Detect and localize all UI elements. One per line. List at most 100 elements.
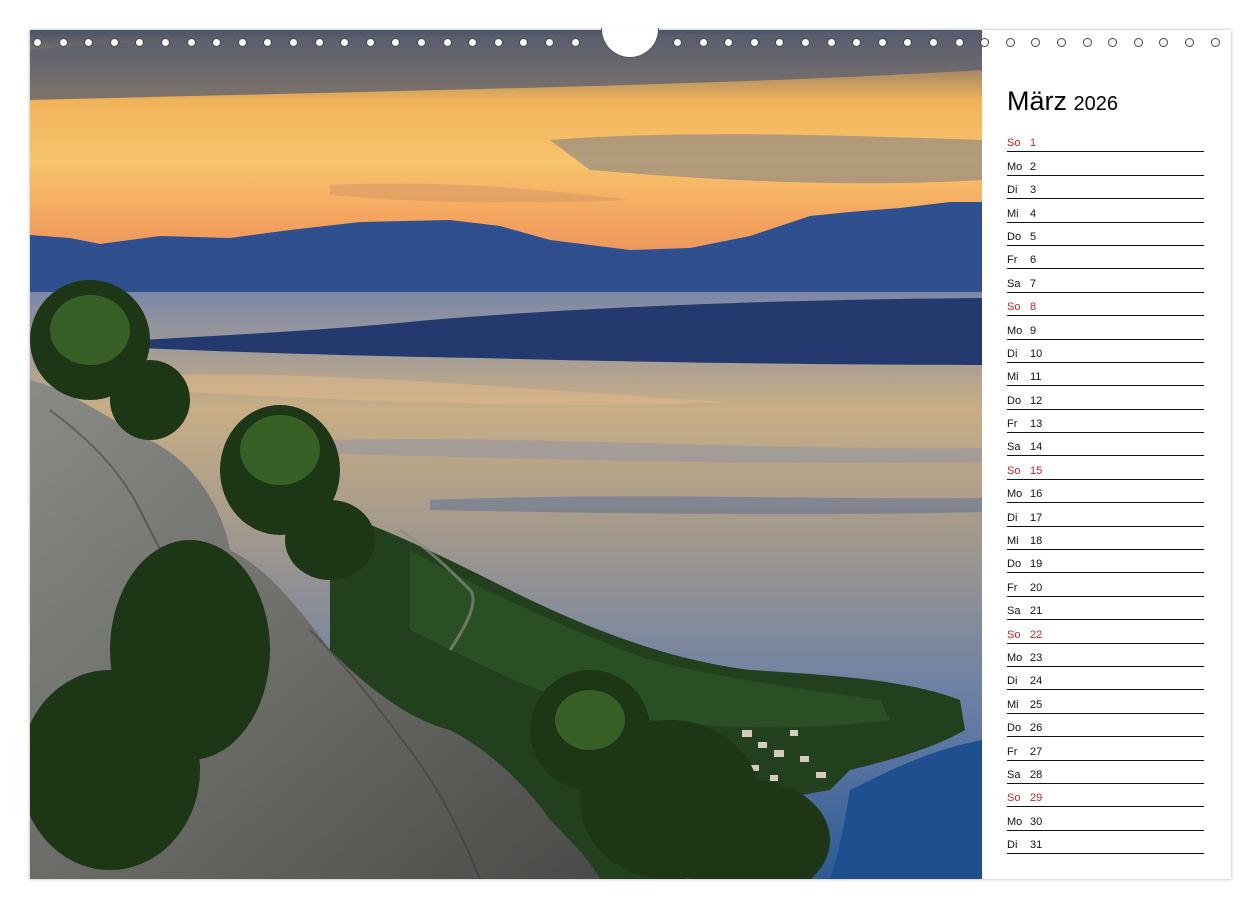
day-abbreviation: Fr bbox=[1007, 745, 1018, 758]
day-number: 8 bbox=[1030, 301, 1037, 314]
day-row: Do 5 bbox=[1007, 223, 1204, 246]
day-row: Mo 16 bbox=[1007, 480, 1204, 504]
day-number: 14 bbox=[1030, 441, 1043, 454]
day-row: Di 10 bbox=[1007, 340, 1204, 363]
day-abbreviation: Do bbox=[1007, 230, 1022, 243]
day-number: 31 bbox=[1030, 839, 1043, 852]
day-abbreviation: Di bbox=[1007, 347, 1018, 360]
day-abbreviation: Sa bbox=[1007, 768, 1021, 781]
day-row: Mo 9 bbox=[1007, 316, 1204, 340]
day-abbreviation: So bbox=[1007, 301, 1021, 314]
day-number: 28 bbox=[1030, 768, 1043, 781]
day-row: Mo 23 bbox=[1007, 644, 1204, 667]
day-abbreviation: Do bbox=[1007, 722, 1022, 735]
day-number: 15 bbox=[1030, 464, 1043, 477]
day-number: 19 bbox=[1030, 558, 1043, 571]
day-number: 3 bbox=[1030, 184, 1037, 197]
day-abbreviation: Fr bbox=[1007, 418, 1018, 431]
day-abbreviation: Mo bbox=[1007, 488, 1023, 501]
day-row: Di 24 bbox=[1007, 667, 1204, 691]
day-number: 29 bbox=[1030, 792, 1043, 805]
day-row: Mi 18 bbox=[1007, 527, 1204, 551]
day-abbreviation: Mi bbox=[1007, 698, 1019, 711]
day-number: 16 bbox=[1030, 488, 1043, 501]
calendar-panel: März 2026 So 1 Mo 2 Di 3 Mi 4 Do 5 Fr 6 Sa 7 So 8 Mo 9 Di 1… bbox=[982, 30, 1231, 879]
day-abbreviation: Do bbox=[1007, 394, 1022, 407]
day-abbreviation: So bbox=[1007, 792, 1021, 805]
day-row: Do 19 bbox=[1007, 550, 1204, 574]
day-number: 1 bbox=[1030, 137, 1037, 150]
day-row: Fr 6 bbox=[1007, 246, 1204, 270]
day-number: 9 bbox=[1030, 324, 1037, 337]
day-abbreviation: Mo bbox=[1007, 324, 1023, 337]
day-row: Fr 13 bbox=[1007, 410, 1204, 434]
day-number: 5 bbox=[1030, 230, 1037, 243]
year: 2026 bbox=[1073, 93, 1118, 115]
day-abbreviation: Sa bbox=[1007, 277, 1021, 290]
day-abbreviation: Mo bbox=[1007, 815, 1023, 828]
day-row: So 15 bbox=[1007, 456, 1204, 480]
day-abbreviation: Di bbox=[1007, 511, 1018, 524]
day-number: 24 bbox=[1030, 675, 1043, 688]
day-row: Do 12 bbox=[1007, 386, 1204, 410]
day-number: 6 bbox=[1030, 254, 1037, 267]
day-row: Sa 21 bbox=[1007, 597, 1204, 621]
day-list: So 1 Mo 2 Di 3 Mi 4 Do 5 Fr 6 Sa 7 So 8 Mo 9 Di 10 Mi 11 Do 12 F… bbox=[1007, 129, 1204, 855]
landscape-photo bbox=[30, 30, 982, 879]
day-abbreviation: So bbox=[1007, 464, 1021, 477]
day-row: Mi 4 bbox=[1007, 199, 1204, 223]
day-abbreviation: So bbox=[1007, 628, 1021, 641]
calendar-page: März 2026 So 1 Mo 2 Di 3 Mi 4 Do 5 Fr 6 Sa 7 So 8 Mo 9 Di 1… bbox=[30, 30, 1231, 879]
day-abbreviation: Mi bbox=[1007, 371, 1019, 384]
day-row: So 1 bbox=[1007, 129, 1204, 153]
day-number: 13 bbox=[1030, 418, 1043, 431]
landscape-illustration bbox=[30, 30, 982, 879]
day-row: Mo 2 bbox=[1007, 152, 1204, 176]
day-number: 17 bbox=[1030, 511, 1043, 524]
day-number: 10 bbox=[1030, 347, 1043, 360]
day-row: Sa 28 bbox=[1007, 761, 1204, 784]
day-number: 21 bbox=[1030, 605, 1043, 618]
day-abbreviation: Fr bbox=[1007, 581, 1018, 594]
day-abbreviation: Fr bbox=[1007, 254, 1018, 267]
day-row: So 29 bbox=[1007, 784, 1204, 808]
day-number: 4 bbox=[1030, 207, 1037, 220]
day-number: 22 bbox=[1030, 628, 1043, 641]
day-abbreviation: Mo bbox=[1007, 651, 1023, 664]
day-row: Fr 20 bbox=[1007, 573, 1204, 597]
day-abbreviation: Sa bbox=[1007, 605, 1021, 618]
day-abbreviation: Di bbox=[1007, 839, 1018, 852]
day-number: 30 bbox=[1030, 815, 1043, 828]
day-number: 11 bbox=[1030, 371, 1042, 384]
day-row: Di 3 bbox=[1007, 176, 1204, 200]
day-row: Di 31 bbox=[1007, 831, 1204, 855]
day-number: 27 bbox=[1030, 745, 1043, 758]
day-abbreviation: Mi bbox=[1007, 207, 1019, 220]
day-abbreviation: Di bbox=[1007, 184, 1018, 197]
day-number: 25 bbox=[1030, 698, 1043, 711]
day-row: So 8 bbox=[1007, 293, 1204, 317]
day-row: Mi 11 bbox=[1007, 363, 1204, 387]
day-row: Do 26 bbox=[1007, 714, 1204, 738]
day-abbreviation: Di bbox=[1007, 675, 1018, 688]
day-abbreviation: Do bbox=[1007, 558, 1022, 571]
day-row: Mi 25 bbox=[1007, 690, 1204, 714]
day-number: 26 bbox=[1030, 722, 1043, 735]
day-number: 12 bbox=[1030, 394, 1043, 407]
day-abbreviation: Sa bbox=[1007, 441, 1021, 454]
day-number: 2 bbox=[1030, 160, 1037, 173]
day-number: 18 bbox=[1030, 535, 1043, 548]
day-number: 20 bbox=[1030, 581, 1043, 594]
day-row: Sa 14 bbox=[1007, 433, 1204, 457]
day-abbreviation: So bbox=[1007, 137, 1021, 150]
month-title: März 2026 bbox=[1007, 86, 1118, 117]
month-name: März bbox=[1007, 86, 1067, 116]
day-number: 7 bbox=[1030, 277, 1037, 290]
day-row: So 22 bbox=[1007, 620, 1204, 644]
day-row: Di 17 bbox=[1007, 503, 1204, 527]
day-number: 23 bbox=[1030, 651, 1043, 664]
day-abbreviation: Mo bbox=[1007, 160, 1023, 173]
day-row: Mo 30 bbox=[1007, 807, 1204, 831]
day-row: Sa 7 bbox=[1007, 269, 1204, 293]
day-row: Fr 27 bbox=[1007, 737, 1204, 761]
